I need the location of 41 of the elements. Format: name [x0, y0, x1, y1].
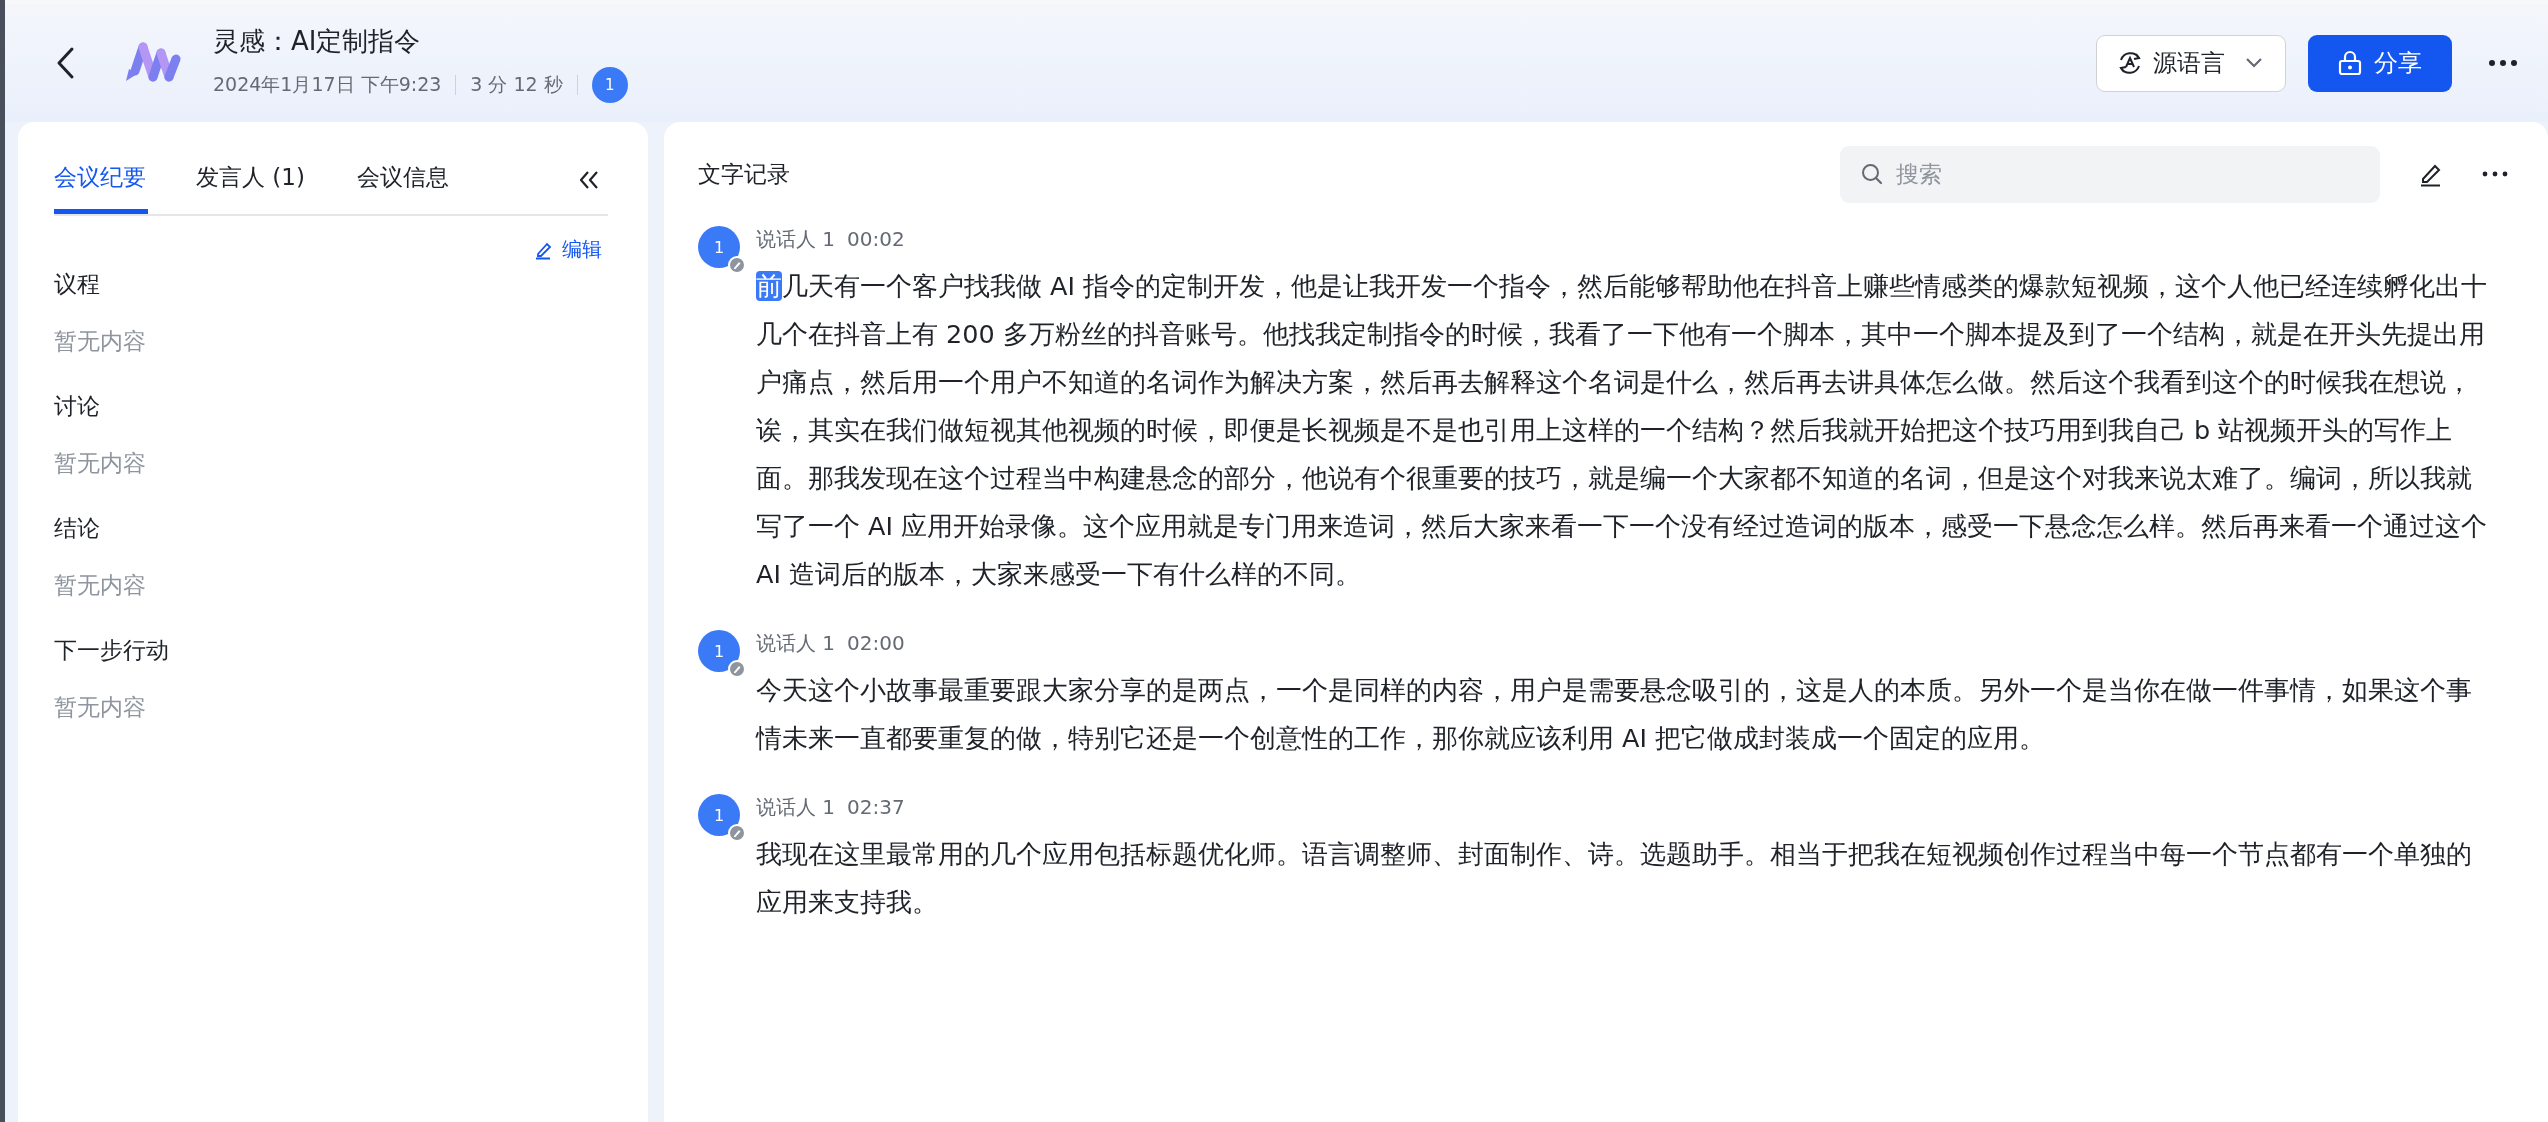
search-field[interactable]: 搜索 [1840, 145, 2380, 203]
meeting-date: 2024年1月17日 下午9:23 [213, 71, 442, 97]
chevron-down-icon [2245, 57, 2263, 69]
language-dropdown[interactable]: 源语言 [2096, 34, 2286, 92]
section-heading: 结论 [54, 514, 101, 543]
speaker-name: 说话人 1 [756, 793, 836, 821]
empty-text: 暂无内容 [54, 449, 147, 478]
timestamp: 02:00 [847, 631, 905, 655]
share-button[interactable]: 分享 [2308, 34, 2452, 92]
speaker-avatar: 1 [698, 630, 740, 672]
transcript-text: 我现在这里最常用的几个应用包括标题优化师。语言调整师、封面制作、诗。选题助手。相当于把我在短视频创作过程当中每一个节点都有一个单独的应用来支持我。 [756, 838, 2473, 919]
tab[interactable]: 发言人 (1) [196, 146, 339, 214]
timestamp: 00:02 [847, 227, 905, 251]
tab[interactable]: 会议信息 [356, 146, 483, 214]
speaker-name: 说话人 1 [756, 629, 836, 657]
edit-badge-icon[interactable] [728, 660, 746, 678]
meeting-title: 灵感：AI定制指令 [213, 24, 422, 58]
section-heading: 议程 [54, 270, 101, 299]
edit-badge-icon[interactable] [728, 256, 746, 274]
transcript-text: 前几天有一个客户找我做 AI 指令的定制开发，他是让我开发一个指令，然后能够帮助他在抖音上赚些情感类的爆款短视频，这个人他已经连续孵化出十几个在抖音上有 200 多万粉丝的抖音账号。他找我定制指令的时候，我看了一下他有一个脚本，其中一个脚本提及到了一个结构，就是在开头先提出用户痛点，然后用一个用户不知道的名词作为解决方案，然后再去解释这个名词是什么，然后再去讲具体怎么做。然后这个我看到这个的时候我在想说，诶，其实在我们做短视其他视频的时候，即便是长视频是不是也引用上这样的一个结构？然后我就开始把这个技巧用到我自己 b 站视频开头的写作上面。那我发现在这个过程当中构建悬念的部分，他说有个很重要的技巧，就是编一个大家都不知道的名词，但是这个对我来说太难了。编词，所以我就写了一个 AI 应用开始录像。这个应用就是专门用来造词，然后大家来看一下一个没有经过造词的版本，感受一下悬念怎么样。然后再来看一个通过这个 AI 造词后的版本，大家来感受一下有什么样的不同。 [756, 270, 2489, 591]
section-heading: 讨论 [54, 392, 101, 421]
timestamp: 02:37 [847, 795, 905, 819]
empty-text: 暂无内容 [54, 327, 147, 356]
speaker-avatar: 1 [698, 226, 740, 268]
more-icon[interactable] [2482, 171, 2508, 177]
meeting-duration: 3 分 12 秒 [470, 71, 563, 97]
collapse-icon[interactable] [578, 170, 600, 190]
empty-text: 暂无内容 [54, 571, 147, 600]
participant-avatar[interactable]: 1 [591, 66, 628, 103]
translate-icon [2117, 50, 2143, 76]
tab[interactable]: 会议纪要 [54, 146, 148, 214]
speaker-name: 说话人 1 [756, 225, 836, 253]
edit-badge-icon[interactable] [728, 824, 746, 842]
transcript-text: 今天这个小故事最重要跟大家分享的是两点，一个是同样的内容，用户是需要悬念吸引的，这是人的本质。另外一个是当你在做一件事情，如果这个事情未来一直都要重复的做，特别它还是一个创意性的工作，那你就应该利用 AI 把它做成封装成一个固定的应用。 [756, 674, 2473, 755]
panel-title: 文字记录 [698, 159, 791, 189]
speaker-avatar: 1 [698, 794, 740, 836]
more-icon[interactable] [2488, 59, 2518, 67]
section-heading: 下一步行动 [54, 636, 170, 665]
edit-link[interactable]: 编辑 [534, 236, 602, 263]
lock-icon [2338, 50, 2362, 76]
empty-text: 暂无内容 [54, 693, 147, 722]
